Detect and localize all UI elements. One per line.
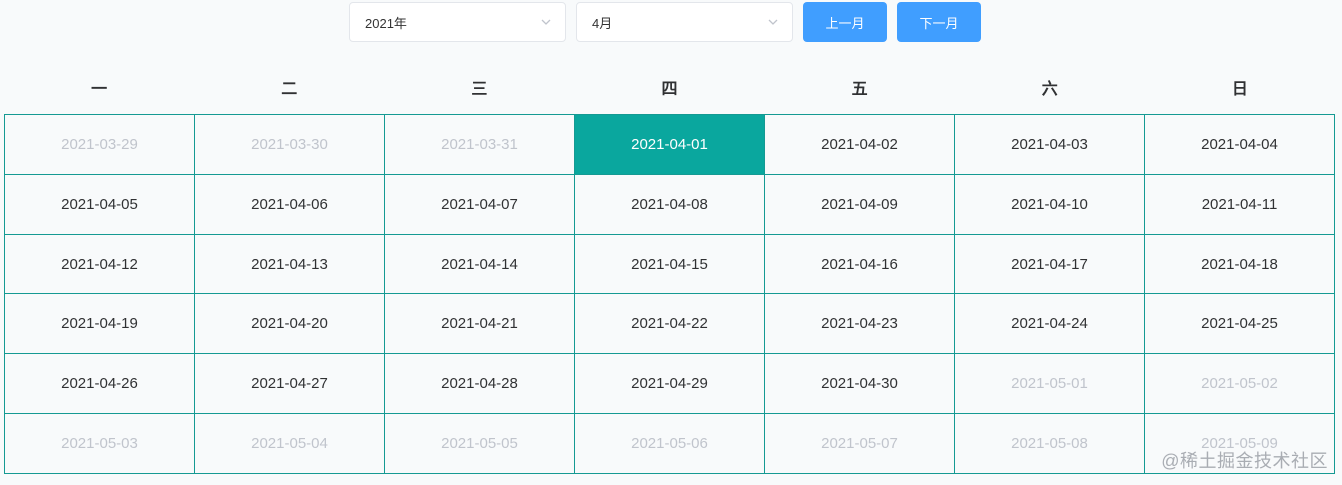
prev-month-button[interactable]: 上一月	[803, 2, 887, 42]
day-cell[interactable]: 2021-03-30	[195, 115, 385, 175]
weekday-label: 日	[1231, 81, 1248, 98]
day-cell[interactable]: 2021-04-17	[955, 234, 1145, 295]
weekday-label: 二	[281, 81, 298, 98]
day-cell[interactable]: 2021-04-06	[195, 174, 385, 235]
weekday-header: 一二三四五六日	[4, 70, 1335, 110]
day-cell[interactable]: 2021-04-02	[765, 115, 955, 175]
day-cell[interactable]: 2021-05-03	[5, 414, 195, 474]
day-cell[interactable]: 2021-04-19	[5, 294, 195, 355]
day-cell[interactable]: 2021-04-08	[575, 174, 765, 235]
day-cell[interactable]: 2021-05-08	[955, 414, 1145, 474]
chevron-down-icon	[768, 19, 778, 25]
day-cell[interactable]: 2021-04-05	[5, 174, 195, 235]
month-select[interactable]: 4月	[576, 2, 793, 42]
weekday-label: 五	[851, 81, 868, 98]
day-cell[interactable]: 2021-04-24	[955, 294, 1145, 355]
day-cell[interactable]: 2021-03-29	[5, 115, 195, 175]
calendar-grid: 2021-03-29 2021-03-30 2021-03-31 2021-04-01…	[4, 114, 1335, 474]
day-cell[interactable]: 2021-04-03	[955, 115, 1145, 175]
day-cell[interactable]: 2021-05-01	[955, 354, 1145, 415]
watermark: @稀土掘金技术社区	[1161, 451, 1328, 471]
year-select-value: 2021年	[365, 15, 407, 31]
day-cell[interactable]: 2021-04-12	[5, 234, 195, 295]
day-cell[interactable]: 2021-05-06	[575, 414, 765, 474]
day-cell[interactable]: 2021-05-07	[765, 414, 955, 474]
day-cell[interactable]: 2021-04-04	[1145, 115, 1335, 175]
chevron-down-icon	[541, 19, 551, 25]
weekday-label: 四	[661, 81, 678, 98]
day-cell[interactable]: 2021-03-31	[385, 115, 575, 175]
weekday-label: 三	[471, 81, 488, 98]
day-cell-selected[interactable]: 2021-04-01	[575, 115, 765, 175]
day-cell[interactable]: 2021-04-10	[955, 174, 1145, 235]
month-select-value: 4月	[592, 15, 613, 31]
day-cell[interactable]: 2021-04-27	[195, 354, 385, 415]
day-cell[interactable]: 2021-05-02	[1145, 354, 1335, 415]
year-select[interactable]: 2021年	[349, 2, 566, 42]
day-cell[interactable]: 2021-04-28	[385, 354, 575, 415]
weekday-label: 一	[91, 81, 108, 98]
day-cell[interactable]: 2021-04-20	[195, 294, 385, 355]
day-cell[interactable]: 2021-04-16	[765, 234, 955, 295]
day-cell[interactable]: 2021-04-09	[765, 174, 955, 235]
day-cell[interactable]: 2021-04-11	[1145, 174, 1335, 235]
calendar-toolbar: 2021年 4月 上一月 下一月	[349, 2, 981, 42]
day-cell[interactable]: 2021-05-05	[385, 414, 575, 474]
day-cell[interactable]: 2021-05-04	[195, 414, 385, 474]
day-cell[interactable]: 2021-04-25	[1145, 294, 1335, 355]
day-cell[interactable]: 2021-04-15	[575, 234, 765, 295]
day-cell[interactable]: 2021-04-13	[195, 234, 385, 295]
day-cell[interactable]: 2021-04-14	[385, 234, 575, 295]
day-cell[interactable]: 2021-04-26	[5, 354, 195, 415]
day-cell[interactable]: 2021-04-22	[575, 294, 765, 355]
day-cell[interactable]: 2021-04-18	[1145, 234, 1335, 295]
weekday-label: 六	[1041, 81, 1058, 98]
day-cell[interactable]: 2021-04-23	[765, 294, 955, 355]
day-cell[interactable]: 2021-04-07	[385, 174, 575, 235]
next-month-button[interactable]: 下一月	[897, 2, 981, 42]
calendar-page: 2021年 4月 上一月 下一月 一二三四五六日 2021-03-29 2021-…	[0, 0, 1342, 485]
day-cell[interactable]: 2021-04-21	[385, 294, 575, 355]
day-cell[interactable]: 2021-04-30	[765, 354, 955, 415]
day-cell[interactable]: 2021-04-29	[575, 354, 765, 415]
